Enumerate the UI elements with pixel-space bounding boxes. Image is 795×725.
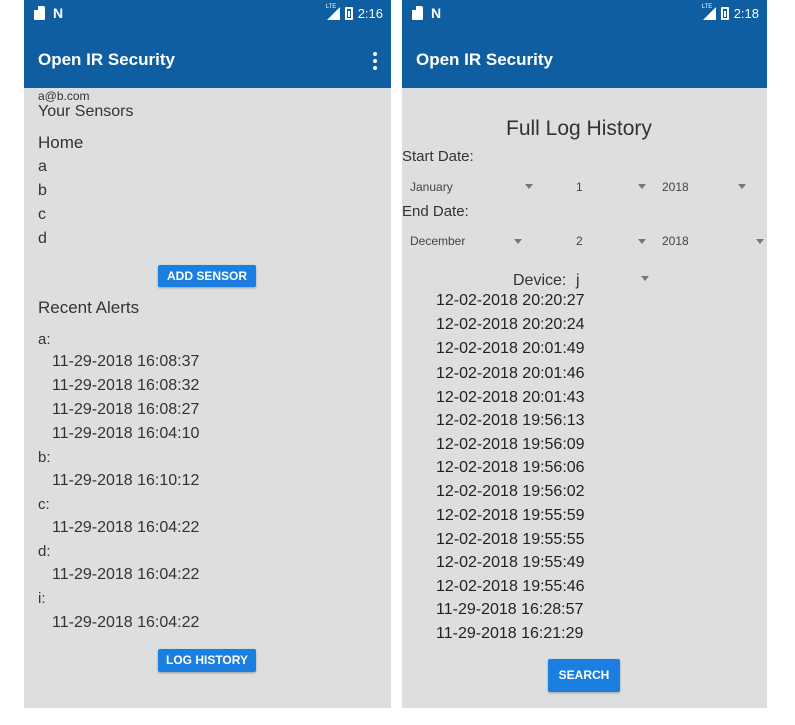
lte-label: LTE xyxy=(701,4,713,10)
status-time: 2:18 xyxy=(733,6,759,21)
dropdown-arrow-icon[interactable] xyxy=(525,184,533,189)
alert-time: 11-29-2018 16:04:22 xyxy=(52,519,200,536)
log-entry: 11-29-2018 16:21:29 xyxy=(436,625,584,642)
alert-time: 11-29-2018 16:04:10 xyxy=(52,425,200,442)
alert-sensor-label: d: xyxy=(38,543,51,560)
device-label: Device: xyxy=(513,272,567,289)
log-entry: 12-02-2018 20:01:43 xyxy=(436,389,585,406)
sensor-item[interactable]: d xyxy=(38,230,47,248)
search-button[interactable]: SEARCH xyxy=(548,659,620,692)
sensor-item[interactable]: c xyxy=(38,206,46,224)
dropdown-arrow-icon[interactable] xyxy=(641,276,649,281)
status-time: 2:16 xyxy=(357,6,383,21)
user-email: a@b.com xyxy=(38,89,90,103)
log-entry: 12-02-2018 19:55:49 xyxy=(436,554,585,571)
signal-icon: LTE xyxy=(325,4,340,20)
start-day-select[interactable]: 1 xyxy=(576,180,583,194)
alert-sensor-label: i: xyxy=(38,590,46,607)
n-notification-icon: N xyxy=(431,5,442,21)
device-select[interactable]: j xyxy=(576,272,580,290)
your-sensors-heading: Your Sensors xyxy=(38,103,134,120)
app-title: Open IR Security xyxy=(38,50,175,69)
start-year-select[interactable]: 2018 xyxy=(662,180,689,194)
dropdown-arrow-icon[interactable] xyxy=(638,184,646,189)
sensor-item[interactable]: a xyxy=(38,158,47,176)
battery-icon xyxy=(720,7,729,20)
alert-time: 11-29-2018 16:10:12 xyxy=(52,472,200,489)
start-date-label: Start Date: xyxy=(402,148,474,165)
log-entry: 12-02-2018 19:56:06 xyxy=(436,459,585,476)
alert-time: 11-29-2018 16:04:22 xyxy=(52,614,200,631)
app-bar: Open IR Security xyxy=(24,30,391,88)
log-entry: 12-02-2018 19:56:02 xyxy=(436,483,585,500)
log-entry: 12-02-2018 19:56:09 xyxy=(436,436,585,453)
app-bar: Open IR Security xyxy=(402,30,767,88)
sd-card-icon xyxy=(412,6,423,20)
start-month-select[interactable]: January xyxy=(410,180,453,194)
log-history-screen: N LTE 2:18 Open IR Security Full Log His… xyxy=(402,0,767,708)
n-notification-icon: N xyxy=(53,5,64,21)
add-sensor-button[interactable]: ADD SENSOR xyxy=(158,265,256,287)
alert-sensor-label: b: xyxy=(38,449,51,466)
sensor-group-home[interactable]: Home xyxy=(38,133,83,153)
log-entry: 12-02-2018 20:01:49 xyxy=(436,340,585,357)
alert-time: 11-29-2018 16:08:27 xyxy=(52,401,200,418)
dropdown-arrow-icon[interactable] xyxy=(738,184,746,189)
log-entry: 12-02-2018 20:20:24 xyxy=(436,316,585,333)
alert-time: 11-29-2018 16:04:22 xyxy=(52,566,200,583)
status-bar: N LTE 2:18 xyxy=(402,0,767,30)
alert-time: 11-29-2018 16:08:37 xyxy=(52,353,200,370)
log-entry: 12-02-2018 20:01:46 xyxy=(436,365,585,382)
log-entry: 12-02-2018 19:55:46 xyxy=(436,578,585,595)
end-year-select[interactable]: 2018 xyxy=(662,234,689,248)
alert-sensor-label: c: xyxy=(38,496,50,513)
end-month-select[interactable]: December xyxy=(410,234,465,248)
dropdown-arrow-icon[interactable] xyxy=(756,239,764,244)
dropdown-arrow-icon[interactable] xyxy=(638,239,646,244)
log-entry: 12-02-2018 20:20:27 xyxy=(436,292,585,309)
dropdown-arrow-icon[interactable] xyxy=(514,239,522,244)
log-entry: 12-02-2018 19:56:13 xyxy=(436,412,585,429)
battery-icon xyxy=(344,7,353,20)
page-title: Full Log History xyxy=(506,117,652,140)
status-bar: N LTE 2:16 xyxy=(24,0,391,30)
sd-card-icon xyxy=(34,6,45,20)
end-day-select[interactable]: 2 xyxy=(576,234,583,248)
end-date-label: End Date: xyxy=(402,203,469,220)
log-entry: 12-02-2018 19:55:59 xyxy=(436,507,585,524)
app-title: Open IR Security xyxy=(416,50,553,69)
log-entry: 12-02-2018 19:55:55 xyxy=(436,531,585,548)
overflow-menu-icon[interactable] xyxy=(373,52,377,70)
signal-icon: LTE xyxy=(701,4,716,20)
alert-time: 11-29-2018 16:08:32 xyxy=(52,377,200,394)
recent-alerts-heading: Recent Alerts xyxy=(38,298,140,317)
log-history-button[interactable]: LOG HISTORY xyxy=(158,649,256,672)
lte-label: LTE xyxy=(325,4,337,10)
sensors-screen: N LTE 2:16 Open IR Security a@b.com Your… xyxy=(24,0,391,708)
alert-sensor-label: a: xyxy=(38,331,51,348)
sensor-item[interactable]: b xyxy=(38,182,47,200)
log-entry: 11-29-2018 16:28:57 xyxy=(436,601,584,618)
